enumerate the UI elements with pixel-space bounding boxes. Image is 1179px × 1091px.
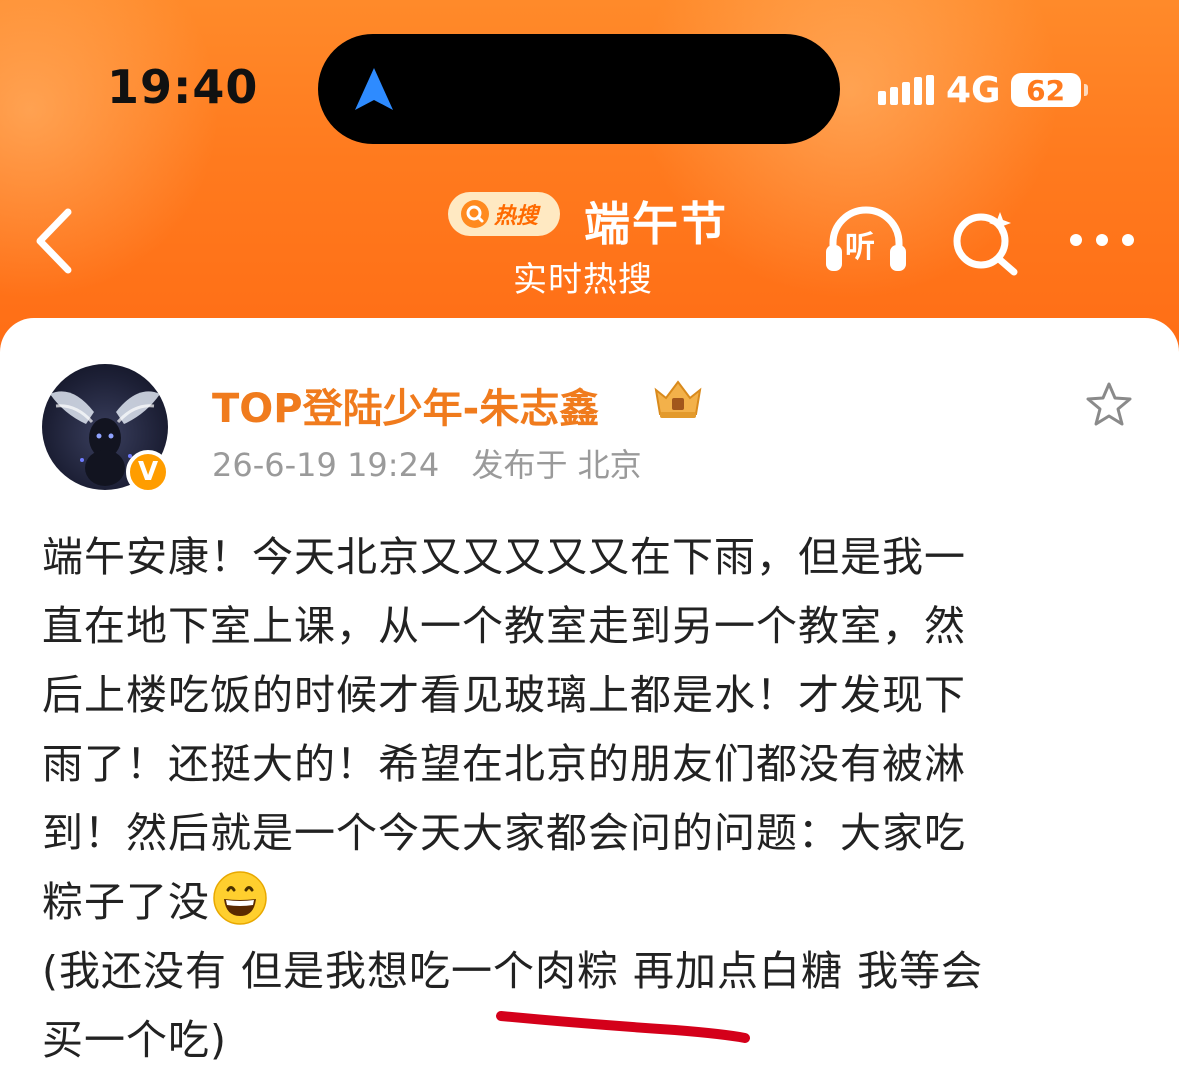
search-icon	[461, 200, 489, 228]
dot	[1096, 234, 1108, 246]
post-line: 端午安康！今天北京又又又又又在下雨，但是我一	[42, 533, 966, 581]
network-type: 4G	[946, 69, 1001, 111]
author-name[interactable]: TOP登陆少年-朱志鑫	[212, 376, 599, 434]
post-line: 到！然后就是一个今天大家都会问的问题：大家吃	[42, 809, 966, 857]
favorite-star-icon[interactable]	[1083, 380, 1135, 430]
topic-title: 端午节	[584, 197, 728, 251]
post-line: (我还没有 但是我想吃一个肉粽 再加点白糖 我等会	[42, 947, 984, 995]
post-time: 26-6-19 19:24	[212, 446, 440, 484]
listen-button[interactable]: 听	[823, 205, 909, 275]
navigation-arrow-icon	[355, 68, 393, 110]
more-dots-icon[interactable]	[1070, 228, 1140, 252]
post-line: 直在地下室上课，从一个教室走到另一个教室，然	[42, 602, 966, 650]
dynamic-island	[318, 34, 840, 144]
search-sparkle-icon[interactable]	[950, 208, 1020, 278]
post-line: 雨了！还挺大的！希望在北京的朋友们都没有被淋	[42, 740, 966, 788]
dot	[1122, 234, 1134, 246]
grinning-emoji-icon	[213, 871, 267, 925]
dot	[1070, 234, 1082, 246]
status-indicators: 4G 62	[878, 68, 1088, 112]
post-location: 发布于 北京	[471, 446, 642, 484]
topic-header: 19:40 4G 62 热搜 端午节 实时热搜 听	[0, 0, 1179, 360]
post-meta: 26-6-19 19:24 发布于 北京	[212, 440, 642, 486]
status-time: 19:40	[107, 60, 259, 114]
signal-strength-icon	[878, 75, 936, 105]
hot-search-badge: 热搜	[448, 192, 560, 236]
back-arrow-icon[interactable]	[30, 206, 80, 276]
listen-label: 听	[845, 230, 875, 265]
post-line-with-emoji: 粽子了没	[42, 868, 1142, 937]
post-line: 粽子了没	[42, 878, 210, 926]
battery-icon: 62	[1010, 73, 1088, 107]
hot-badge-label: 热搜	[494, 204, 539, 229]
battery-level: 62	[1026, 73, 1066, 107]
verified-badge-icon: V	[126, 450, 170, 494]
topic-subtitle: 实时热搜	[513, 260, 653, 300]
red-underline-annotation	[496, 1011, 750, 1043]
post-line: 后上楼吃饭的时候才看见玻璃上都是水！才发现下	[42, 671, 966, 719]
post-text: 端午安康！今天北京又又又又又在下雨，但是我一 直在地下室上课，从一个教室走到另一…	[42, 523, 1142, 1075]
crown-badge-icon	[654, 380, 702, 418]
